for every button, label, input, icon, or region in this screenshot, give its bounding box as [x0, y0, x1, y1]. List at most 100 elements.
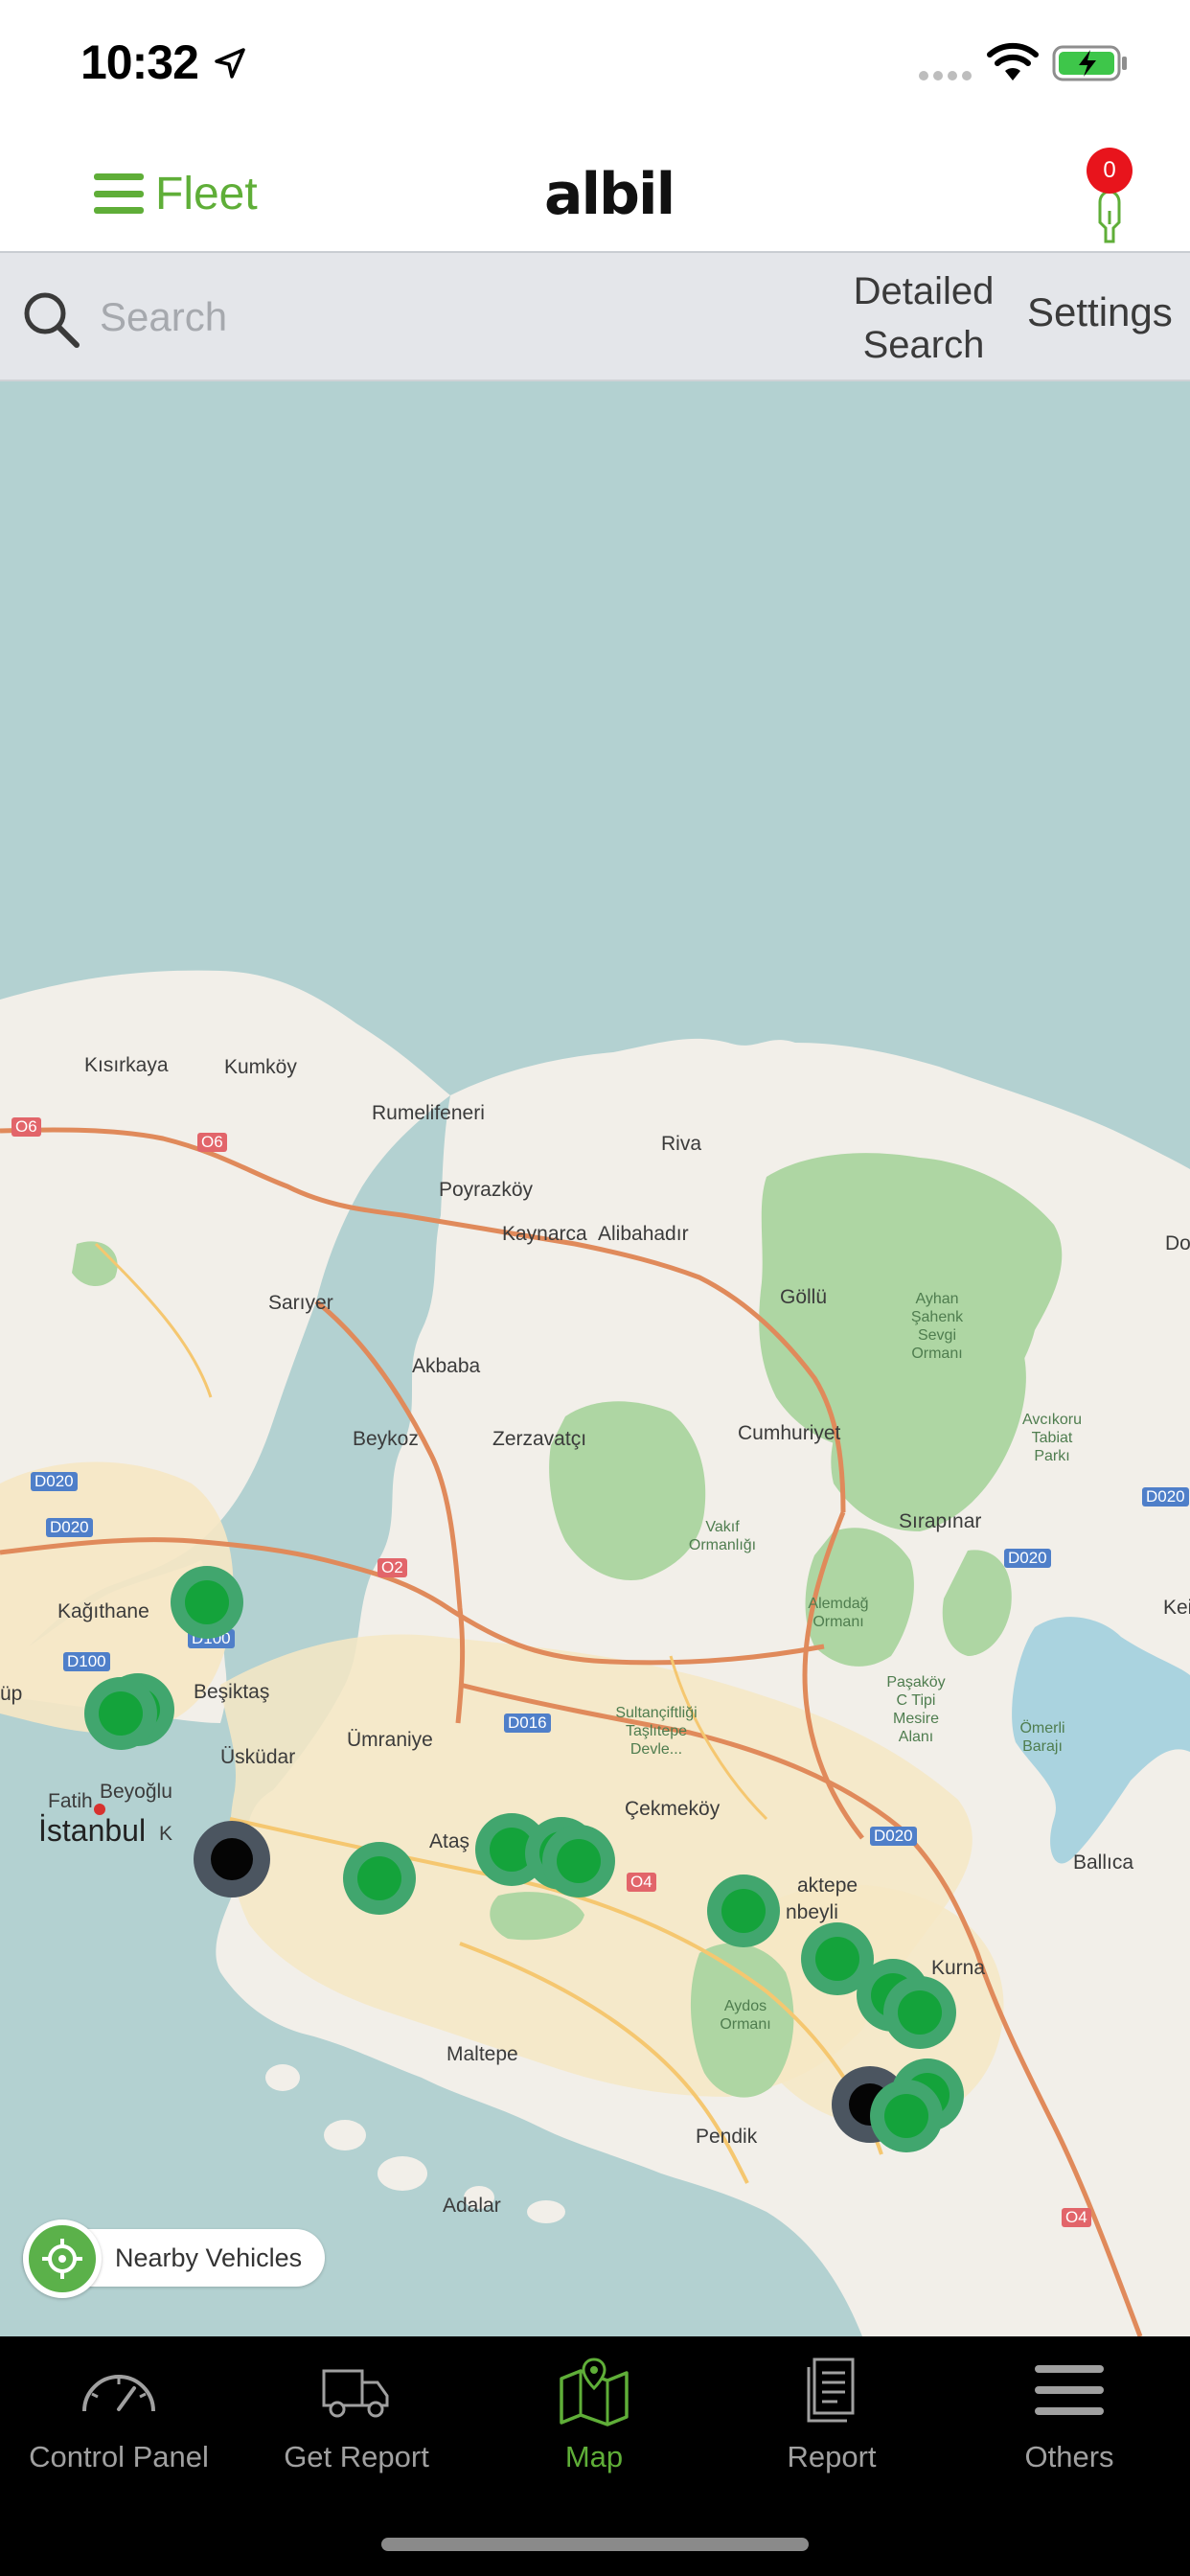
- tab-label: Control Panel: [29, 2440, 209, 2473]
- map-label: Kısırkaya: [84, 1054, 169, 1076]
- map-park-label: Avcıkoru Tabiat Parkı: [1022, 1412, 1082, 1464]
- map-label: Zerzavatçı: [492, 1428, 587, 1450]
- settings-button[interactable]: Settings: [1027, 289, 1173, 335]
- tab-report[interactable]: Report: [713, 2356, 950, 2509]
- app-header: Fleet albil 0: [0, 126, 1190, 253]
- map-label: Çekmeköy: [625, 1798, 721, 1820]
- hamburger-icon: [94, 173, 144, 214]
- map-label: Beyoğlu: [100, 1781, 172, 1803]
- detailed-search-label-line1: Detailed: [853, 270, 995, 312]
- vehicle-marker-green[interactable]: [707, 1874, 780, 1947]
- vehicle-marker-green[interactable]: [171, 1566, 243, 1639]
- map-label: Ataş: [429, 1830, 470, 1852]
- map-label: Ballıca: [1073, 1852, 1134, 1874]
- map-label: Akbaba: [412, 1355, 481, 1377]
- map-label: Kaynarca: [502, 1223, 587, 1245]
- vehicle-marker-green[interactable]: [84, 1677, 157, 1750]
- notification-badge: 0: [1087, 148, 1133, 194]
- map-background: [0, 970, 1190, 2336]
- map-label-city: İstanbul: [38, 1813, 147, 1848]
- document-icon: [807, 2358, 855, 2423]
- road-shield: D100: [63, 1652, 110, 1671]
- map-label: Sarıyer: [268, 1292, 333, 1314]
- tab-map[interactable]: Map: [475, 2356, 713, 2509]
- map-park-label: Aydos Ormanı: [720, 1998, 771, 2033]
- location-arrow-icon: [215, 48, 245, 79]
- detailed-search-button[interactable]: Detailed Search: [830, 264, 1018, 372]
- map-icon: [560, 2358, 629, 2426]
- map-label: Beykoz: [353, 1428, 419, 1450]
- cellular-signal-icon: [919, 71, 972, 80]
- vehicle-marker-green[interactable]: [883, 1976, 956, 2049]
- fleet-menu-button[interactable]: Fleet: [94, 165, 258, 222]
- map-label: Poyrazköy: [439, 1179, 534, 1201]
- map-label: Kurna: [931, 1957, 986, 1979]
- map-label: Kumköy: [224, 1056, 297, 1078]
- brand-logo: albil: [544, 161, 675, 228]
- map-label: nbeyli: [786, 1901, 838, 1923]
- crosshair-icon: [42, 2239, 82, 2279]
- road-shield: O6: [197, 1133, 227, 1152]
- vehicle-marker-green[interactable]: [542, 1825, 615, 1898]
- map-view[interactable]: Kısırkaya Kumköy Rumelifeneri Riva Poyra…: [0, 381, 1190, 2336]
- city-dot: [94, 1804, 105, 1815]
- vehicle-marker-green[interactable]: [870, 2080, 943, 2152]
- search-icon: [24, 292, 80, 348]
- map-label: Pendik: [696, 2126, 758, 2148]
- map-label: Sırapınar: [899, 1510, 982, 1532]
- road-shield: O2: [378, 1558, 407, 1577]
- vehicle-marker-green[interactable]: [343, 1842, 416, 1915]
- map-label: Ümraniye: [347, 1729, 433, 1751]
- status-time: 10:32: [80, 35, 199, 89]
- speedometer-icon: [82, 2375, 155, 2412]
- map-label: Kei: [1163, 1597, 1190, 1619]
- home-indicator[interactable]: [381, 2538, 809, 2551]
- truck-icon: [322, 2369, 389, 2418]
- map-label: Do: [1165, 1232, 1190, 1254]
- map-label: Rumelifeneri: [372, 1102, 485, 1124]
- tab-label: Get Report: [284, 2440, 429, 2473]
- map-park-label: Sultançiftliği Taşlıtepe Devle...: [615, 1705, 698, 1758]
- detailed-search-label-line2: Search: [862, 324, 985, 366]
- status-bar: 10:32: [0, 0, 1190, 126]
- map-park-label: Vakıf Ormanlığı: [688, 1519, 757, 1553]
- fleet-menu-label: Fleet: [155, 168, 258, 219]
- map-label: aktepe: [797, 1874, 858, 1897]
- battery-charging-icon: [1052, 45, 1127, 81]
- map-label: Üsküdar: [220, 1746, 296, 1768]
- tab-get-report[interactable]: Get Report: [238, 2356, 475, 2509]
- map-label: Kağıthane: [57, 1600, 149, 1622]
- locate-button[interactable]: [23, 2220, 102, 2298]
- road-shield: O6: [11, 1117, 41, 1137]
- road-shield: D020: [46, 1518, 93, 1537]
- tab-control-panel[interactable]: Control Panel: [0, 2356, 238, 2509]
- nearby-vehicles-label: Nearby Vehicles: [115, 2242, 303, 2272]
- tab-others[interactable]: Others: [950, 2356, 1188, 2509]
- map-park-label: Alemdağ Ormanı: [808, 1596, 869, 1630]
- notifications-button[interactable]: 0: [1083, 148, 1134, 243]
- road-shield: O4: [627, 1873, 656, 1892]
- map-label: Fatih: [48, 1790, 93, 1812]
- tab-label: Map: [564, 2440, 624, 2473]
- map-label: Alibahadır: [598, 1223, 689, 1245]
- map-label: K: [159, 1823, 173, 1845]
- map-park-label: Ayhan Şahenk Sevgi Ormanı: [910, 1291, 964, 1362]
- tab-label: Others: [1024, 2440, 1114, 2473]
- map-label: Beşiktaş: [194, 1681, 270, 1703]
- road-shield: D020: [1142, 1487, 1189, 1506]
- map-label: Cumhuriyet: [738, 1422, 841, 1444]
- search-input[interactable]: [100, 286, 809, 349]
- road-shield: D020: [1004, 1549, 1051, 1568]
- tab-label: Report: [787, 2440, 877, 2473]
- road-shield: D016: [504, 1714, 551, 1733]
- notification-pin-icon: [1098, 190, 1121, 243]
- vehicle-marker-black[interactable]: [194, 1821, 270, 1898]
- map-label: Göllü: [780, 1286, 828, 1308]
- road-shield: D020: [31, 1472, 78, 1491]
- map-label: Maltepe: [446, 2043, 518, 2065]
- map-label: üp: [0, 1683, 23, 1705]
- menu-icon: [1035, 2365, 1104, 2415]
- map-park-label: Paşaköy C Tipi Mesire Alanı: [886, 1674, 946, 1745]
- search-bar: Detailed Search Settings: [0, 253, 1190, 381]
- road-shield: O4: [1062, 2208, 1091, 2227]
